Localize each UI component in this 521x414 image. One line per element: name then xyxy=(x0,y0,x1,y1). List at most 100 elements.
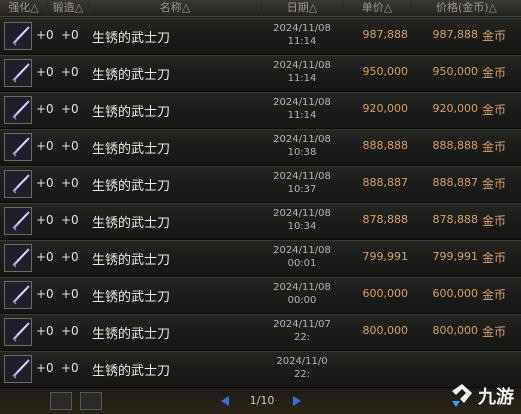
unit-price: 888,888 xyxy=(362,139,409,152)
unit-price: 950,000 xyxy=(362,65,409,78)
table-row[interactable]: +0 +0 生锈的武士刀 2024/11/08 00:01 799,991 799… xyxy=(0,240,521,277)
listing-date: 2024/11/08 10:38 xyxy=(273,134,331,158)
next-page-icon[interactable] xyxy=(290,394,304,408)
katana-icon xyxy=(4,281,32,309)
column-header-total-price[interactable]: 价格(金币)△ xyxy=(412,0,521,16)
currency-label: 金币 xyxy=(482,177,507,191)
katana-icon xyxy=(4,170,32,198)
column-header-enhance[interactable]: 强化△ xyxy=(0,0,48,16)
amplify-value: +0 xyxy=(61,176,79,190)
watermark-logo: 九游 xyxy=(448,380,518,410)
table-row[interactable]: +0 +0 生锈的武士刀 2024/11/08 10:37 888,887 888… xyxy=(0,166,521,203)
table-row[interactable]: +0 +0 生锈的武士刀 2024/11/08 11:14 920,000 920… xyxy=(0,92,521,129)
amplify-value: +0 xyxy=(61,361,79,375)
column-header-date[interactable]: 日期△ xyxy=(262,0,343,16)
table-row[interactable]: +0 +0 生锈的武士刀 2024/11/07 22: 800,000 800,0… xyxy=(0,314,521,351)
unit-price: 800,000 xyxy=(362,324,409,337)
table-header: 强化△ 锻造△ 名称△ 日期△ 单价△ 价格(金币)△ xyxy=(0,0,521,17)
enhance-value: +0 xyxy=(36,139,54,153)
amplify-value: +0 xyxy=(61,287,79,301)
katana-icon xyxy=(4,207,32,235)
listing-date: 2024/11/08 10:37 xyxy=(273,171,331,195)
total-price: 800,000 xyxy=(432,324,479,337)
filter-button-2[interactable] xyxy=(80,392,102,410)
enhance-value: +0 xyxy=(36,361,54,375)
amplify-value: +0 xyxy=(61,139,79,153)
enhance-value: +0 xyxy=(36,213,54,227)
unit-price: 799,991 xyxy=(362,250,409,263)
column-header-name[interactable]: 名称△ xyxy=(89,0,262,16)
column-header-unit-price[interactable]: 单价△ xyxy=(343,0,412,16)
currency-label: 金币 xyxy=(482,288,507,302)
table-row[interactable]: +0 +0 生锈的武士刀 2024/11/08 11:14 950,000 950… xyxy=(0,55,521,92)
enhance-value: +0 xyxy=(36,65,54,79)
currency-label: 金币 xyxy=(482,325,507,339)
nine-game-logo-icon xyxy=(452,384,472,407)
table-row[interactable]: +0 +0 生锈的武士刀 2024/11/08 10:34 878,888 878… xyxy=(0,203,521,240)
amplify-value: +0 xyxy=(61,324,79,338)
item-name: 生锈的武士刀 xyxy=(92,290,171,305)
unit-price: 920,000 xyxy=(362,102,409,115)
katana-icon xyxy=(4,59,32,87)
amplify-value: +0 xyxy=(61,213,79,227)
katana-icon xyxy=(4,133,32,161)
enhance-value: +0 xyxy=(36,250,54,264)
enhance-value: +0 xyxy=(36,102,54,116)
total-price: 920,000 xyxy=(432,102,479,115)
currency-label: 金币 xyxy=(482,140,507,154)
amplify-value: +0 xyxy=(61,28,79,42)
item-name: 生锈的武士刀 xyxy=(92,105,171,120)
katana-icon xyxy=(4,22,32,50)
pagination: 1/10 xyxy=(214,390,310,412)
total-price: 799,991 xyxy=(432,250,479,263)
unit-price: 600,000 xyxy=(362,287,409,300)
amplify-value: +0 xyxy=(61,65,79,79)
amplify-value: +0 xyxy=(61,250,79,264)
item-name: 生锈的武士刀 xyxy=(92,142,171,157)
amplify-value: +0 xyxy=(61,102,79,116)
pager-bar: 1/10 xyxy=(0,388,521,414)
katana-icon xyxy=(4,318,32,346)
currency-label: 金币 xyxy=(482,29,507,43)
table-row[interactable]: +0 +0 生锈的武士刀 2024/11/08 11:14 987,888 987… xyxy=(0,18,521,55)
unit-price: 888,887 xyxy=(362,176,409,189)
listing-date: 2024/11/07 22: xyxy=(273,319,331,343)
unit-price: 987,888 xyxy=(362,28,409,41)
enhance-value: +0 xyxy=(36,176,54,190)
currency-label: 金币 xyxy=(482,103,507,117)
item-name: 生锈的武士刀 xyxy=(92,364,171,379)
total-price: 888,887 xyxy=(432,176,479,189)
total-price: 888,888 xyxy=(432,139,479,152)
table-row[interactable]: +0 +0 生锈的武士刀 2024/11/0 22: xyxy=(0,351,521,388)
item-name: 生锈的武士刀 xyxy=(92,216,171,231)
total-price: 950,000 xyxy=(432,65,479,78)
listing-date: 2024/11/08 00:01 xyxy=(273,245,331,269)
watermark-text: 九游 xyxy=(478,387,514,408)
total-price: 878,888 xyxy=(432,213,479,226)
katana-icon xyxy=(4,244,32,272)
currency-label: 金币 xyxy=(482,251,507,265)
total-price: 600,000 xyxy=(432,287,479,300)
enhance-value: +0 xyxy=(36,28,54,42)
total-price: 987,888 xyxy=(432,28,479,41)
item-name: 生锈的武士刀 xyxy=(92,31,171,46)
item-name: 生锈的武士刀 xyxy=(92,68,171,83)
enhance-value: +0 xyxy=(36,324,54,338)
listing-date: 2024/11/08 11:14 xyxy=(273,97,331,121)
prev-page-icon[interactable] xyxy=(218,394,232,408)
filter-button-1[interactable] xyxy=(50,392,72,410)
table-row[interactable]: +0 +0 生锈的武士刀 2024/11/08 00:00 600,000 600… xyxy=(0,277,521,314)
column-header-amplify[interactable]: 锻造△ xyxy=(48,0,89,16)
listing-date: 2024/11/08 10:34 xyxy=(273,208,331,232)
katana-icon xyxy=(4,96,32,124)
listing-date: 2024/11/0 22: xyxy=(276,356,328,380)
page-indicator: 1/10 xyxy=(249,394,275,407)
unit-price: 878,888 xyxy=(362,213,409,226)
katana-icon xyxy=(4,355,32,383)
item-name: 生锈的武士刀 xyxy=(92,327,171,342)
currency-label: 金币 xyxy=(482,214,507,228)
currency-label: 金币 xyxy=(482,66,507,80)
listing-date: 2024/11/08 00:00 xyxy=(273,282,331,306)
auction-list-panel: 强化△ 锻造△ 名称△ 日期△ 单价△ 价格(金币)△ +0 +0 生锈的武士刀… xyxy=(0,0,521,414)
table-row[interactable]: +0 +0 生锈的武士刀 2024/11/08 10:38 888,888 888… xyxy=(0,129,521,166)
